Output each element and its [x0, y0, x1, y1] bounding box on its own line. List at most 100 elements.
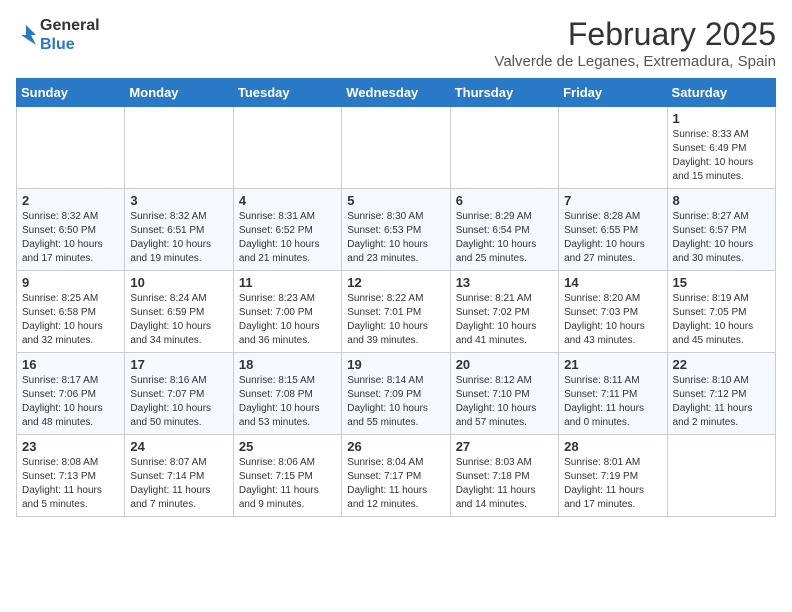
day-info: Sunrise: 8:20 AM Sunset: 7:03 PM Dayligh…: [564, 292, 661, 348]
day-number: 17: [130, 357, 227, 372]
calendar-cell: 6 Sunrise: 8:29 AM Sunset: 6:54 PM Daylig…: [450, 189, 558, 271]
day-number: 26: [347, 439, 444, 454]
day-number: 1: [673, 111, 770, 126]
day-info: Sunrise: 8:16 AM Sunset: 7:07 PM Dayligh…: [130, 374, 227, 430]
calendar-cell: 17 Sunrise: 8:16 AM Sunset: 7:07 PM Dayli…: [125, 353, 233, 435]
day-info: Sunrise: 8:06 AM Sunset: 7:15 PM Dayligh…: [239, 456, 336, 512]
day-info: Sunrise: 8:28 AM Sunset: 6:55 PM Dayligh…: [564, 210, 661, 266]
calendar-cell: 25 Sunrise: 8:06 AM Sunset: 7:15 PM Dayli…: [233, 435, 341, 517]
day-info: Sunrise: 8:14 AM Sunset: 7:09 PM Dayligh…: [347, 374, 444, 430]
header: GeneralBlue February 2025 Valverde de Le…: [16, 16, 776, 70]
calendar-week-row: 1 Sunrise: 8:33 AM Sunset: 6:49 PM Daylig…: [17, 107, 776, 189]
calendar-cell: [233, 107, 341, 189]
calendar-cell: 16 Sunrise: 8:17 AM Sunset: 7:06 PM Dayli…: [17, 353, 125, 435]
location-subtitle: Valverde de Leganes, Extremadura, Spain: [494, 53, 776, 70]
day-number: 22: [673, 357, 770, 372]
calendar-cell: 23 Sunrise: 8:08 AM Sunset: 7:13 PM Dayli…: [17, 435, 125, 517]
day-number: 19: [347, 357, 444, 372]
col-header-friday: Friday: [559, 79, 667, 107]
day-info: Sunrise: 8:30 AM Sunset: 6:53 PM Dayligh…: [347, 210, 444, 266]
day-info: Sunrise: 8:24 AM Sunset: 6:59 PM Dayligh…: [130, 292, 227, 348]
calendar-week-row: 2 Sunrise: 8:32 AM Sunset: 6:50 PM Daylig…: [17, 189, 776, 271]
calendar-week-row: 23 Sunrise: 8:08 AM Sunset: 7:13 PM Dayli…: [17, 435, 776, 517]
calendar-cell: 3 Sunrise: 8:32 AM Sunset: 6:51 PM Daylig…: [125, 189, 233, 271]
day-number: 27: [456, 439, 553, 454]
calendar-cell: 26Sunrise: 8:04 AM Sunset: 7:17 PM Dayli…: [342, 435, 450, 517]
day-info: Sunrise: 8:32 AM Sunset: 6:50 PM Dayligh…: [22, 210, 119, 266]
day-info: Sunrise: 8:27 AM Sunset: 6:57 PM Dayligh…: [673, 210, 770, 266]
day-info: Sunrise: 8:23 AM Sunset: 7:00 PM Dayligh…: [239, 292, 336, 348]
col-header-thursday: Thursday: [450, 79, 558, 107]
calendar-cell: 1 Sunrise: 8:33 AM Sunset: 6:49 PM Daylig…: [667, 107, 775, 189]
day-number: 25: [239, 439, 336, 454]
day-number: 21: [564, 357, 661, 372]
day-info: Sunrise: 8:25 AM Sunset: 6:58 PM Dayligh…: [22, 292, 119, 348]
logo: GeneralBlue: [16, 16, 100, 54]
calendar-cell: 22 Sunrise: 8:10 AM Sunset: 7:12 PM Dayli…: [667, 353, 775, 435]
calendar-cell: 7 Sunrise: 8:28 AM Sunset: 6:55 PM Daylig…: [559, 189, 667, 271]
logo-bird-icon: [16, 25, 36, 45]
day-info: Sunrise: 8:33 AM Sunset: 6:49 PM Dayligh…: [673, 128, 770, 184]
day-number: 20: [456, 357, 553, 372]
day-number: 12: [347, 275, 444, 290]
col-header-sunday: Sunday: [17, 79, 125, 107]
col-header-wednesday: Wednesday: [342, 79, 450, 107]
calendar-cell: 2 Sunrise: 8:32 AM Sunset: 6:50 PM Daylig…: [17, 189, 125, 271]
day-number: 14: [564, 275, 661, 290]
day-number: 13: [456, 275, 553, 290]
day-number: 7: [564, 193, 661, 208]
day-info: Sunrise: 8:11 AM Sunset: 7:11 PM Dayligh…: [564, 374, 661, 430]
day-info: Sunrise: 8:10 AM Sunset: 7:12 PM Dayligh…: [673, 374, 770, 430]
day-number: 5: [347, 193, 444, 208]
calendar-cell: 8 Sunrise: 8:27 AM Sunset: 6:57 PM Daylig…: [667, 189, 775, 271]
day-info: Sunrise: 8:17 AM Sunset: 7:06 PM Dayligh…: [22, 374, 119, 430]
calendar-cell: 19 Sunrise: 8:14 AM Sunset: 7:09 PM Dayli…: [342, 353, 450, 435]
day-info: Sunrise: 8:01 AM Sunset: 7:19 PM Dayligh…: [564, 456, 661, 512]
calendar-cell: [667, 435, 775, 517]
day-number: 16: [22, 357, 119, 372]
calendar-cell: [17, 107, 125, 189]
calendar-cell: 5 Sunrise: 8:30 AM Sunset: 6:53 PM Daylig…: [342, 189, 450, 271]
calendar-cell: 15Sunrise: 8:19 AM Sunset: 7:05 PM Dayli…: [667, 271, 775, 353]
calendar-cell: 28 Sunrise: 8:01 AM Sunset: 7:19 PM Dayli…: [559, 435, 667, 517]
day-info: Sunrise: 8:31 AM Sunset: 6:52 PM Dayligh…: [239, 210, 336, 266]
calendar-cell: 13 Sunrise: 8:21 AM Sunset: 7:02 PM Dayli…: [450, 271, 558, 353]
day-number: 18: [239, 357, 336, 372]
day-number: 23: [22, 439, 119, 454]
day-number: 3: [130, 193, 227, 208]
calendar-cell: 4 Sunrise: 8:31 AM Sunset: 6:52 PM Daylig…: [233, 189, 341, 271]
calendar-cell: 27 Sunrise: 8:03 AM Sunset: 7:18 PM Dayli…: [450, 435, 558, 517]
calendar-header-row: SundayMondayTuesdayWednesdayThursdayFrid…: [17, 79, 776, 107]
col-header-tuesday: Tuesday: [233, 79, 341, 107]
day-number: 11: [239, 275, 336, 290]
day-info: Sunrise: 8:03 AM Sunset: 7:18 PM Dayligh…: [456, 456, 553, 512]
day-number: 2: [22, 193, 119, 208]
month-title: February 2025: [494, 16, 776, 53]
calendar-cell: 12 Sunrise: 8:22 AM Sunset: 7:01 PM Dayli…: [342, 271, 450, 353]
calendar-table: SundayMondayTuesdayWednesdayThursdayFrid…: [16, 78, 776, 517]
title-area: February 2025 Valverde de Leganes, Extre…: [494, 16, 776, 70]
day-number: 28: [564, 439, 661, 454]
day-number: 9: [22, 275, 119, 290]
day-info: Sunrise: 8:19 AM Sunset: 7:05 PM Dayligh…: [673, 292, 770, 348]
logo-blue: Blue: [40, 35, 100, 54]
day-number: 8: [673, 193, 770, 208]
calendar-cell: [559, 107, 667, 189]
calendar-week-row: 16 Sunrise: 8:17 AM Sunset: 7:06 PM Dayli…: [17, 353, 776, 435]
calendar-cell: 11 Sunrise: 8:23 AM Sunset: 7:00 PM Dayli…: [233, 271, 341, 353]
day-info: Sunrise: 8:21 AM Sunset: 7:02 PM Dayligh…: [456, 292, 553, 348]
logo-text: GeneralBlue: [16, 16, 100, 54]
calendar-week-row: 9 Sunrise: 8:25 AM Sunset: 6:58 PM Daylig…: [17, 271, 776, 353]
calendar-cell: 20Sunrise: 8:12 AM Sunset: 7:10 PM Dayli…: [450, 353, 558, 435]
col-header-monday: Monday: [125, 79, 233, 107]
calendar-cell: 10Sunrise: 8:24 AM Sunset: 6:59 PM Dayli…: [125, 271, 233, 353]
calendar-cell: 24Sunrise: 8:07 AM Sunset: 7:14 PM Dayli…: [125, 435, 233, 517]
day-info: Sunrise: 8:32 AM Sunset: 6:51 PM Dayligh…: [130, 210, 227, 266]
logo-general: General: [40, 16, 100, 35]
calendar-cell: 14 Sunrise: 8:20 AM Sunset: 7:03 PM Dayli…: [559, 271, 667, 353]
day-info: Sunrise: 8:08 AM Sunset: 7:13 PM Dayligh…: [22, 456, 119, 512]
day-info: Sunrise: 8:22 AM Sunset: 7:01 PM Dayligh…: [347, 292, 444, 348]
day-info: Sunrise: 8:29 AM Sunset: 6:54 PM Dayligh…: [456, 210, 553, 266]
day-number: 4: [239, 193, 336, 208]
day-number: 6: [456, 193, 553, 208]
